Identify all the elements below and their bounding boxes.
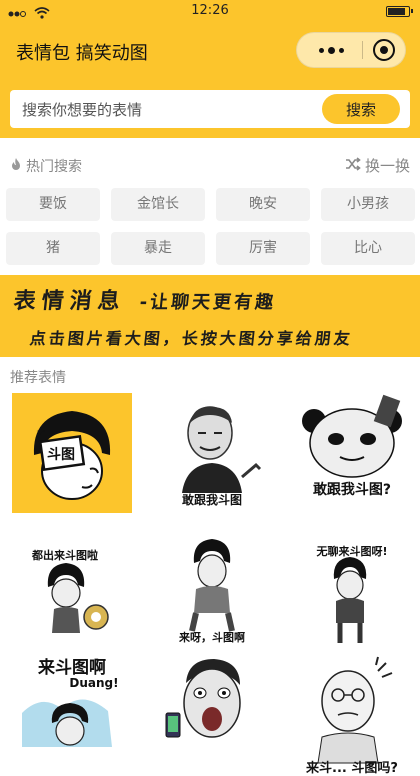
search-bar: 搜索 — [0, 80, 420, 138]
hot-tag[interactable]: 金馆长 — [111, 188, 205, 221]
page-title: 表情包 搞笑动图 — [16, 43, 148, 64]
hot-search-tags: 要饭 金馆长 晚安 小男孩 猪 暴走 厉害 比心 — [6, 188, 415, 265]
sticker-item[interactable]: 无聊来斗图呀! — [292, 533, 412, 653]
hot-search-header: 热门搜索 换一换 — [0, 146, 420, 182]
hot-tag[interactable]: 暴走 — [111, 232, 205, 265]
sticker-caption: 来斗... 斗图吗? — [306, 761, 398, 776]
hot-tag[interactable]: 晚安 — [216, 188, 310, 221]
title-bar: 表情包 搞笑动图 — [0, 22, 420, 80]
status-time: 12:26 — [191, 3, 229, 18]
more-menu-icon[interactable] — [311, 46, 351, 54]
hot-search-text: 热门搜索 — [26, 159, 82, 175]
search-input[interactable] — [20, 96, 314, 124]
sticker-caption: 无聊来斗图呀! — [316, 545, 388, 558]
banner-headline-sub: -让聊天更有趣 — [138, 292, 278, 313]
flame-icon — [10, 157, 22, 176]
svg-text:✦: ✦ — [36, 425, 45, 438]
sticker-caption: 来斗图啊 — [38, 658, 106, 678]
search-button[interactable]: 搜索 — [322, 94, 400, 124]
sticker-item[interactable]: 来斗... 斗图吗? — [292, 653, 412, 776]
sticker-item[interactable] — [152, 653, 272, 773]
hot-search-label: 热门搜索 — [10, 156, 82, 176]
hot-tag[interactable]: 要饭 — [6, 188, 100, 221]
sticker-item[interactable]: Duang! 来斗图啊 — [12, 653, 132, 773]
banner-instruction: 点击图片看大图，长按大图分享给朋友 — [28, 329, 354, 348]
status-bar: 12:26 — [0, 0, 420, 22]
banner-headline: 表情消息 -让聊天更有趣 — [12, 283, 278, 315]
sticker-caption: 来呀，斗图啊 — [179, 631, 245, 644]
recommend-heading: 推荐表情 — [10, 370, 66, 386]
sticker-caption: 敢跟我斗图 — [181, 493, 242, 507]
sticker-item[interactable]: 敢跟我斗图? — [292, 393, 412, 513]
sticker-item[interactable]: 斗图 ✦ — [12, 393, 132, 513]
hot-tag[interactable]: 比心 — [321, 232, 415, 265]
sticker-sign-text: 斗图 — [47, 447, 75, 463]
battery-icon — [386, 6, 413, 17]
sticker-caption: 都出来斗图啦 — [32, 549, 98, 562]
sticker-item[interactable]: 敢跟我斗图 — [152, 393, 272, 513]
refresh-button[interactable]: 换一换 — [345, 155, 410, 176]
shuffle-icon — [345, 156, 361, 175]
hot-tag[interactable]: 猪 — [6, 232, 100, 265]
banner-headline-main: 表情消息 — [12, 289, 128, 314]
hot-tag[interactable]: 厉害 — [216, 232, 310, 265]
sticker-caption: 敢跟我斗图? — [312, 482, 392, 498]
hot-tag[interactable]: 小男孩 — [321, 188, 415, 221]
screaming-man-phone-meme-icon — [152, 653, 272, 773]
old-man-meme-icon — [292, 653, 412, 773]
mini-program-capsule — [296, 32, 406, 68]
sticker-item[interactable]: 来呀，斗图啊 — [152, 533, 272, 653]
promo-banner: 表情消息 -让聊天更有趣 点击图片看大图，长按大图分享给朋友 — [0, 275, 420, 357]
bowl-cut-kid-doutu-sign-icon: 斗图 ✦ — [12, 393, 132, 513]
refresh-label: 换一换 — [364, 157, 410, 175]
search-box: 搜索 — [10, 90, 410, 128]
sticker-extra-text: Duang! — [69, 676, 118, 690]
sticker-item[interactable]: 都出来斗图啦 — [12, 533, 132, 653]
close-target-icon[interactable] — [373, 39, 395, 61]
capsule-divider — [361, 41, 363, 59]
